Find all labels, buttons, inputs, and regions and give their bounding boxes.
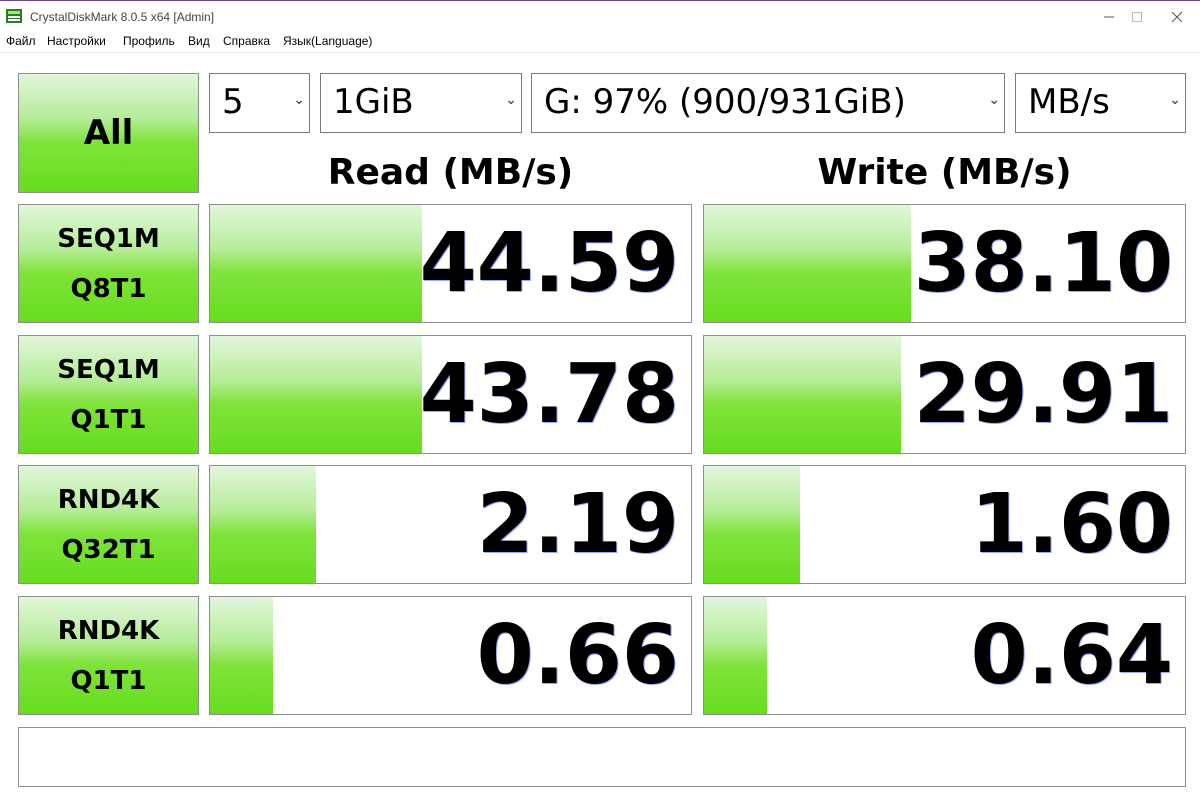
write-result-cell: 1.60 [703, 465, 1186, 584]
read-header: Read (MB/s) [327, 152, 574, 193]
chevron-down-icon: ⌄ [505, 92, 517, 108]
write-result-cell: 0.64 [703, 596, 1186, 715]
menu-divider [0, 52, 1200, 53]
close-icon [1171, 11, 1183, 23]
maximize-icon [1132, 12, 1142, 22]
read-value: 2.19 [476, 477, 679, 572]
write-bar [704, 466, 801, 583]
read-result-cell: 2.19 [209, 465, 692, 584]
menu-file[interactable]: Файл [6, 34, 36, 48]
drive-select[interactable]: G: 97% (900/931GiB) ⌄ [531, 73, 1005, 133]
read-result-cell: 0.66 [209, 596, 692, 715]
menu-bar: Файл Настройки Профиль Вид Справка Язык(… [0, 32, 1200, 52]
read-bar [210, 205, 422, 322]
test-count-value: 5 [222, 82, 244, 122]
write-value: 38.10 [913, 216, 1173, 311]
chevron-down-icon: ⌄ [988, 92, 1000, 108]
write-value: 0.64 [970, 608, 1173, 703]
test-size-value: 1GiB [333, 82, 414, 122]
write-bar [704, 205, 911, 322]
test-label-line2: Q32T1 [61, 534, 156, 565]
window-title: CrystalDiskMark 8.0.5 x64 [Admin] [30, 10, 215, 24]
write-result-cell: 38.10 [703, 204, 1186, 323]
read-result-cell: 44.59 [209, 204, 692, 323]
menu-language[interactable]: Язык(Language) [283, 34, 372, 48]
read-value: 0.66 [476, 608, 679, 703]
menu-help[interactable]: Справка [223, 34, 270, 48]
seq1m-q8t1-button[interactable]: SEQ1M Q8T1 [18, 204, 199, 323]
unit-select[interactable]: MB/s ⌄ [1015, 73, 1186, 133]
write-result-cell: 29.91 [703, 335, 1186, 454]
menu-profile[interactable]: Профиль [123, 34, 175, 48]
chevron-down-icon: ⌄ [293, 92, 305, 108]
menu-settings[interactable]: Настройки [47, 34, 106, 48]
read-bar [210, 336, 422, 453]
write-value: 29.91 [913, 347, 1173, 442]
write-bar [704, 336, 902, 453]
seq1m-q1t1-button[interactable]: SEQ1M Q1T1 [18, 335, 199, 454]
rnd4k-q32t1-button[interactable]: RND4K Q32T1 [18, 465, 199, 584]
write-header: Write (MB/s) [817, 152, 1072, 193]
comment-input[interactable] [18, 727, 1186, 787]
test-label-line1: SEQ1M [57, 354, 160, 385]
menu-view[interactable]: Вид [188, 34, 210, 48]
drive-value: G: 97% (900/931GiB) [544, 82, 906, 122]
read-value: 43.78 [419, 347, 679, 442]
write-bar [704, 597, 767, 714]
test-label-line1: RND4K [57, 615, 160, 646]
chevron-down-icon: ⌄ [1169, 92, 1181, 108]
test-count-select[interactable]: 5 ⌄ [209, 73, 310, 133]
title-bar: CrystalDiskMark 8.0.5 x64 [Admin] [0, 0, 1200, 33]
app-icon [6, 9, 22, 23]
read-bar [210, 466, 316, 583]
all-button[interactable]: All [18, 73, 199, 193]
test-label-line1: SEQ1M [57, 223, 160, 254]
test-label-line2: Q8T1 [70, 273, 147, 304]
all-button-label: All [83, 113, 134, 153]
unit-value: MB/s [1028, 82, 1110, 122]
close-button[interactable] [1154, 1, 1200, 33]
test-size-select[interactable]: 1GiB ⌄ [320, 73, 522, 133]
write-value: 1.60 [970, 477, 1173, 572]
read-value: 44.59 [419, 216, 679, 311]
rnd4k-q1t1-button[interactable]: RND4K Q1T1 [18, 596, 199, 715]
read-result-cell: 43.78 [209, 335, 692, 454]
test-label-line2: Q1T1 [70, 665, 147, 696]
read-bar [210, 597, 273, 714]
test-label-line2: Q1T1 [70, 404, 147, 435]
test-label-line1: RND4K [57, 484, 160, 515]
